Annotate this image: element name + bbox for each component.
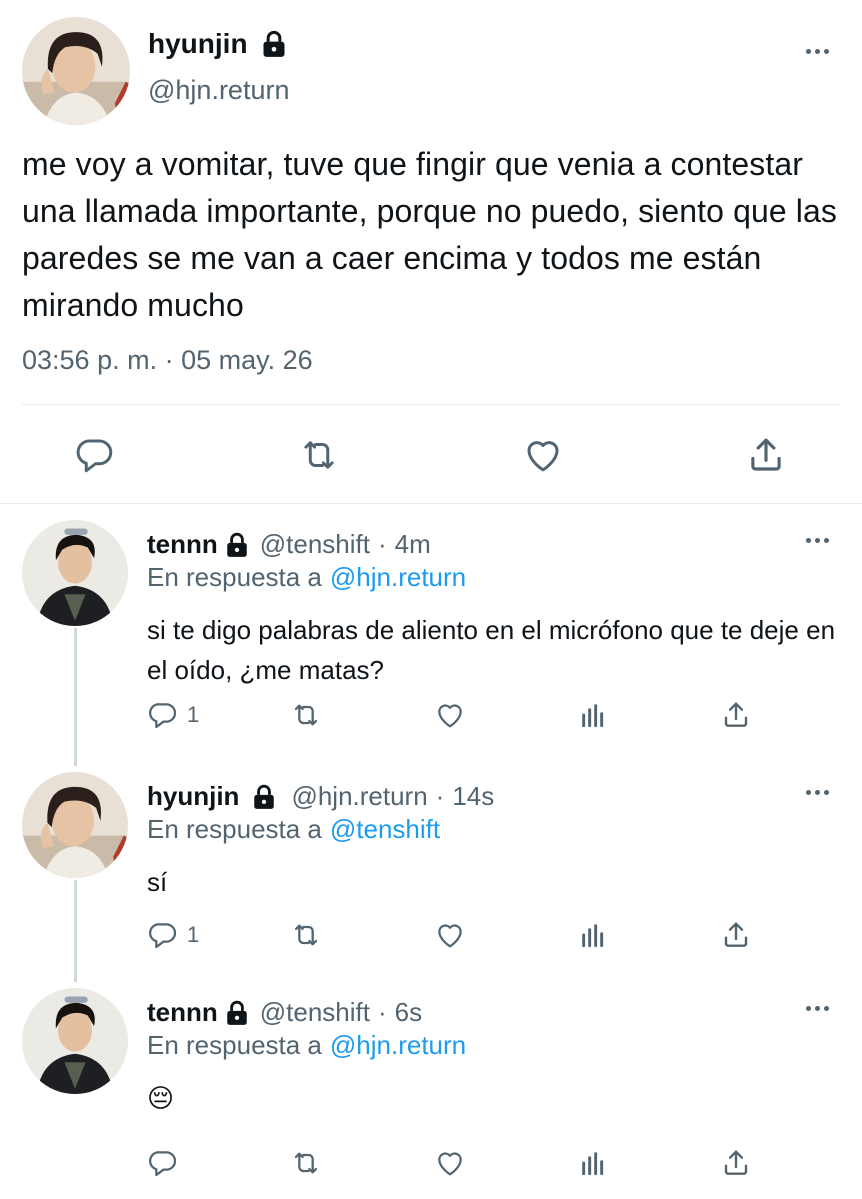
reply-text: 😔 (147, 1078, 847, 1118)
stats-icon (577, 919, 609, 951)
avatar[interactable] (22, 17, 130, 125)
reply-button[interactable]: 1 (147, 698, 199, 732)
retweet-icon (290, 699, 322, 731)
share-button[interactable] (745, 434, 787, 476)
like-icon (522, 434, 564, 476)
like-button[interactable] (434, 918, 466, 952)
pensive-emoji: 😔 (147, 1083, 175, 1113)
like-button[interactable] (522, 434, 564, 476)
mention-link[interactable]: @hjn.return (330, 562, 466, 592)
analytics-button[interactable] (577, 698, 609, 732)
stats-icon (577, 699, 609, 731)
mention-link[interactable]: @tenshift (330, 814, 440, 844)
thread-line (74, 628, 77, 766)
author-name[interactable]: hyunjin (147, 781, 239, 812)
tweet-author[interactable]: hyunjin (148, 28, 288, 60)
analytics-button[interactable] (577, 918, 609, 952)
lock-icon (260, 30, 288, 58)
avatar[interactable] (22, 988, 128, 1094)
reply-prefix: En respuesta a (147, 562, 322, 592)
lock-icon (224, 532, 250, 558)
separator: · (435, 781, 445, 811)
retweet-button[interactable] (290, 918, 322, 952)
share-icon (745, 434, 787, 476)
retweet-button[interactable] (290, 698, 322, 732)
author-handle[interactable]: @hjn.return (148, 75, 289, 106)
author-name[interactable]: tennn (147, 997, 218, 1028)
like-button[interactable] (434, 1146, 466, 1180)
analytics-button[interactable] (577, 1146, 609, 1180)
author-handle[interactable]: @tenshift (260, 997, 370, 1028)
like-button[interactable] (434, 698, 466, 732)
separator: · (378, 997, 387, 1027)
separator: · (378, 529, 387, 559)
reply-button[interactable]: 1 (147, 918, 199, 952)
reply-count: 1 (187, 922, 200, 947)
like-icon (434, 699, 466, 731)
reply-prefix: En respuesta a (147, 1030, 322, 1060)
mention-link[interactable]: @hjn.return (330, 1030, 466, 1060)
author-handle[interactable]: @tenshift (260, 529, 370, 560)
tweet-text: me voy a vomitar, tuve que fingir que ve… (22, 146, 837, 323)
reply-icon (147, 699, 179, 731)
reply-text: sí (147, 867, 168, 897)
reply-icon (147, 1147, 179, 1179)
lock-icon (224, 1000, 250, 1026)
author-name[interactable]: tennn (147, 529, 218, 560)
share-icon (720, 919, 752, 951)
tweet-timestamp[interactable]: 03:56 p. m. · 05 may. 26 (22, 345, 313, 376)
tweet-time[interactable]: 4m (395, 529, 431, 560)
share-button[interactable] (720, 698, 752, 732)
retweet-button[interactable] (298, 434, 340, 476)
avatar[interactable] (22, 520, 128, 626)
more-options-icon[interactable] (806, 538, 829, 543)
reply-text: si te digo palabras de aliento en el mic… (147, 615, 836, 685)
reply-prefix: En respuesta a (147, 814, 322, 844)
more-options-icon[interactable] (806, 1006, 829, 1011)
stats-icon (577, 1147, 609, 1179)
retweet-icon (290, 919, 322, 951)
share-icon (720, 1147, 752, 1179)
retweet-button[interactable] (290, 1146, 322, 1180)
reply-icon (74, 434, 116, 476)
retweet-icon (298, 434, 340, 476)
share-button[interactable] (720, 918, 752, 952)
lock-icon (251, 784, 277, 810)
divider (22, 404, 840, 405)
reply-context: En respuesta a @hjn.return (147, 562, 466, 593)
reply-context: En respuesta a @tenshift (147, 814, 440, 845)
reply-context: En respuesta a @hjn.return (147, 1030, 466, 1061)
author-name: hyunjin (148, 28, 248, 59)
reply-button[interactable] (147, 1146, 179, 1180)
share-button[interactable] (720, 1146, 752, 1180)
tweet-time[interactable]: 6s (395, 997, 422, 1028)
reply-button[interactable] (74, 434, 116, 476)
reply-icon (147, 919, 179, 951)
retweet-icon (290, 1147, 322, 1179)
reply-count: 1 (187, 702, 200, 727)
like-icon (434, 1147, 466, 1179)
divider (0, 503, 862, 504)
share-icon (720, 699, 752, 731)
more-options-icon[interactable] (806, 790, 829, 795)
thread-line (74, 880, 77, 982)
more-options-icon[interactable] (806, 49, 829, 54)
tweet-time[interactable]: 14s (452, 781, 494, 812)
avatar[interactable] (22, 772, 128, 878)
author-handle[interactable]: @hjn.return (291, 781, 427, 812)
like-icon (434, 919, 466, 951)
